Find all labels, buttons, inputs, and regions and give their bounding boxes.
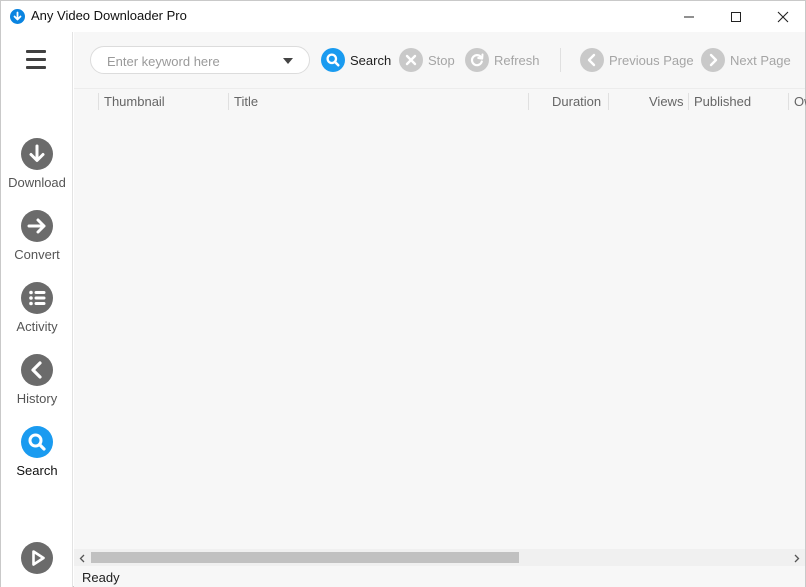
sidebar-item-label: History [16,391,58,406]
column-divider[interactable] [688,93,689,110]
sidebar-item-label: Search [16,463,58,478]
column-divider[interactable] [528,93,529,110]
next-page-label: Next Page [730,52,791,68]
search-button-label: Search [350,52,392,68]
refresh-button[interactable]: Refresh [465,48,540,72]
hamburger-menu-icon[interactable] [26,50,48,70]
minimize-icon [684,16,694,17]
chevron-left-icon [580,48,604,72]
search-icon [321,48,345,72]
sidebar-item-search[interactable]: Search [1,426,73,490]
app-window: Any Video Downloader Pro Download Conver… [0,0,806,587]
search-combobox[interactable] [90,46,310,74]
window-title: Any Video Downloader Pro [31,8,187,23]
main-panel: Search Stop Refresh Previous Page [74,32,806,587]
stop-button[interactable]: Stop [399,48,455,72]
close-button[interactable] [760,1,806,32]
scroll-left-icon[interactable] [77,552,88,563]
column-header-owner[interactable]: Ow [794,94,806,109]
play-icon[interactable] [21,542,53,574]
sidebar-item-label: Convert [14,247,60,262]
scrollbar-thumb[interactable] [91,552,519,563]
convert-arrow-icon [21,210,53,242]
toolbar-divider [560,48,561,72]
column-header-title[interactable]: Title [234,94,258,109]
refresh-icon [465,48,489,72]
chevron-down-icon[interactable] [283,58,293,64]
column-header-views[interactable]: Views [649,94,683,109]
sidebar-item-activity[interactable]: Activity [1,282,73,346]
toolbar: Search Stop Refresh Previous Page [74,32,805,88]
search-icon [21,426,53,458]
search-button[interactable]: Search [321,48,391,72]
back-chevron-icon [21,354,53,386]
column-divider[interactable] [228,93,229,110]
column-divider[interactable] [788,93,789,110]
title-bar: Any Video Downloader Pro [1,1,805,32]
next-page-button[interactable]: Next Page [701,48,791,72]
status-bar: Ready [74,568,805,587]
sidebar-item-history[interactable]: History [1,354,73,418]
minimize-button[interactable] [666,1,712,32]
sidebar-item-convert[interactable]: Convert [1,210,73,274]
refresh-button-label: Refresh [494,52,540,68]
close-icon [399,48,423,72]
chevron-right-icon [701,48,725,72]
table-header: Thumbnail Title Duration Views Published… [74,88,806,112]
status-text: Ready [82,570,120,585]
column-divider[interactable] [608,93,609,110]
column-header-duration[interactable]: Duration [552,94,601,109]
previous-page-label: Previous Page [609,52,694,68]
app-logo-icon [10,9,25,24]
maximize-button[interactable] [713,1,759,32]
column-header-published[interactable]: Published [694,94,751,109]
horizontal-scrollbar[interactable] [74,549,805,566]
download-arrow-icon [21,138,53,170]
sidebar-item-label: Download [8,175,66,190]
close-icon [777,11,789,22]
previous-page-button[interactable]: Previous Page [580,48,694,72]
column-header-thumbnail[interactable]: Thumbnail [104,94,165,109]
sidebar-item-download[interactable]: Download [1,138,73,202]
column-divider[interactable] [98,93,99,110]
list-icon [21,282,53,314]
stop-button-label: Stop [428,52,455,68]
sidebar: Download Convert Activity History Search [1,32,73,587]
sidebar-item-label: Activity [16,319,58,334]
search-input[interactable] [107,51,277,71]
scroll-right-icon[interactable] [791,552,802,563]
results-table-body[interactable] [74,112,805,549]
maximize-icon [731,11,741,22]
